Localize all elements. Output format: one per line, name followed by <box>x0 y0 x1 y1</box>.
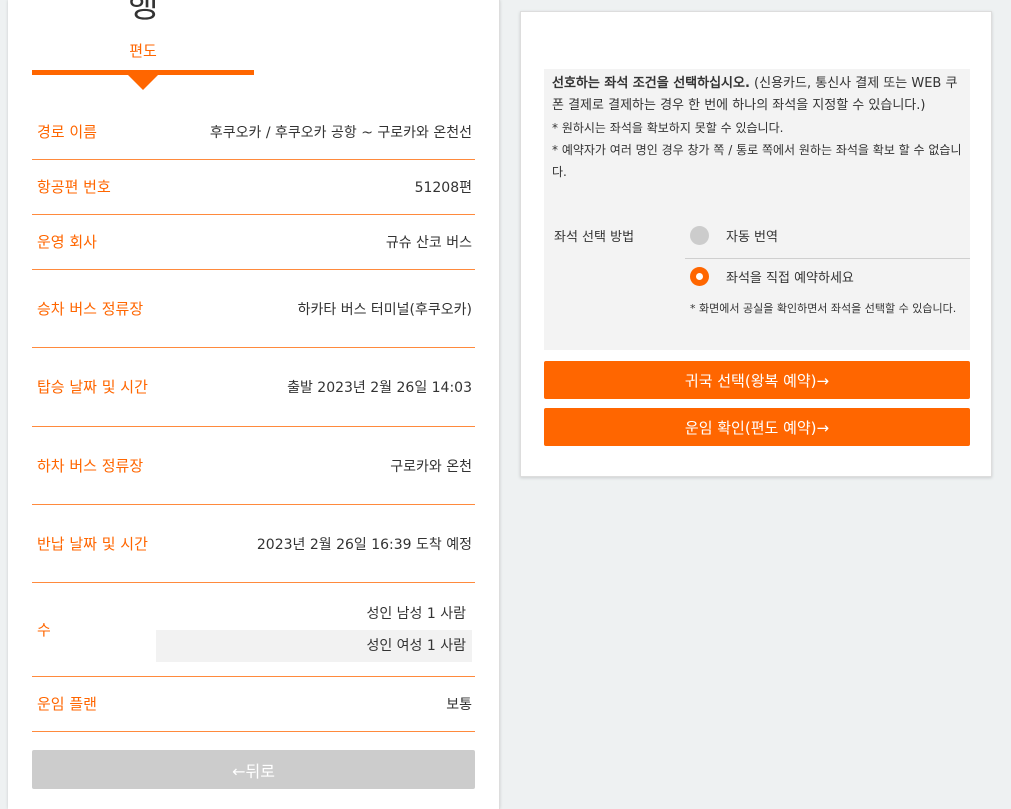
instruction-heading: 선호하는 좌석 조건을 선택하십시오. <box>552 76 750 91</box>
seat-instructions: 선호하는 좌석 조건을 선택하십시오. (신용카드, 통신사 결제 또는 WEB… <box>552 73 964 183</box>
seat-options-box: 선호하는 좌석 조건을 선택하십시오. (신용카드, 통신사 결제 또는 WEB… <box>544 69 970 350</box>
flight-label: 항공편 번호 <box>37 178 111 196</box>
details-table: 경로 이름 후쿠오카 / 후쿠오카 공항 ~ 구로카와 온천선 항공편 번호 5… <box>32 104 475 732</box>
seat-note-2: * 예약자가 여러 명인 경우 창가 쪽 / 통로 쪽에서 원하는 좌석을 확보… <box>552 143 962 179</box>
route-value: 후쿠오카 / 후쿠오카 공항 ~ 구로카와 온천선 <box>209 124 472 141</box>
route-label: 경로 이름 <box>37 122 97 141</box>
heading-arrow-icon <box>128 75 158 90</box>
operator-value: 규슈 산코 버스 <box>385 235 472 251</box>
seat-option-manual-label: 좌석을 직접 예약하세요 <box>726 271 854 286</box>
passenger-list: 성인 남성 1 사람 성인 여성 1 사람 <box>156 598 472 662</box>
alighting-stop-value: 구로카와 온천 <box>390 458 472 475</box>
return-value: 2023년 2월 26일 16:39 도착 예정 <box>256 536 472 553</box>
seat-selection-panel: 선호하는 좌석 조건을 선택하십시오. (신용카드, 통신사 결제 또는 WEB… <box>520 11 992 477</box>
seat-note-1: * 원하시는 좌석을 확보하지 못할 수 있습니다. <box>552 121 784 135</box>
trip-heading: 행 편도 <box>32 0 254 90</box>
seat-option-auto[interactable]: 자동 번역 <box>690 226 778 245</box>
return-row: 반납 날짜 및 시간 2023년 2월 26일 16:39 도착 예정 <box>32 505 475 583</box>
seat-option-manual-note: * 화면에서 공실을 확인하면서 좌석을 선택할 수 있습니다. <box>690 302 957 315</box>
route-row: 경로 이름 후쿠오카 / 후쿠오카 공항 ~ 구로카와 온천선 <box>32 104 475 160</box>
operator-label: 운영 회사 <box>37 233 97 251</box>
option-divider <box>685 258 970 259</box>
boarding-stop-value: 하카타 버스 터미널(후쿠오카) <box>297 301 472 318</box>
page-title: 행 <box>127 0 159 26</box>
alighting-stop-row: 하차 버스 정류장 구로카와 온천 <box>32 427 475 505</box>
passenger-item: 성인 여성 1 사람 <box>156 629 472 662</box>
departure-label: 탑승 날짜 및 시간 <box>37 378 148 396</box>
passenger-count-label: 수 <box>37 620 51 639</box>
seat-option-manual[interactable]: 좌석을 직접 예약하세요 <box>690 267 854 286</box>
flight-row: 항공편 번호 51208편 <box>32 160 475 215</box>
radio-unselected-icon[interactable] <box>690 226 709 245</box>
passenger-item: 성인 남성 1 사람 <box>366 605 466 622</box>
alighting-stop-label: 하차 버스 정류장 <box>37 456 144 475</box>
boarding-stop-row: 승차 버스 정류장 하카타 버스 터미널(후쿠오카) <box>32 270 475 348</box>
departure-value: 출발 2023년 2월 26일 14:03 <box>287 380 472 396</box>
trip-type-label: 편도 <box>129 42 157 60</box>
radio-selected-icon[interactable] <box>690 267 709 286</box>
operator-row: 운영 회사 규슈 산코 버스 <box>32 215 475 270</box>
return-select-button[interactable]: 귀국 선택(왕복 예약)→ <box>544 361 970 399</box>
passenger-count-row: 수 성인 남성 1 사람 성인 여성 1 사람 <box>32 583 475 677</box>
fare-plan-row: 운임 플랜 보통 <box>32 677 475 732</box>
fare-plan-label: 운임 플랜 <box>37 695 97 713</box>
fare-plan-value: 보통 <box>446 697 472 713</box>
seat-option-auto-label: 자동 번역 <box>726 230 778 245</box>
back-button[interactable]: ←뒤로 <box>32 750 475 789</box>
boarding-stop-label: 승차 버스 정류장 <box>37 299 144 318</box>
trip-details-panel: 행 편도 경로 이름 후쿠오카 / 후쿠오카 공항 ~ 구로카와 온천선 항공편… <box>8 0 500 809</box>
departure-row: 탑승 날짜 및 시간 출발 2023년 2월 26일 14:03 <box>32 348 475 427</box>
return-label: 반납 날짜 및 시간 <box>37 534 148 553</box>
flight-value: 51208편 <box>414 180 472 196</box>
fare-confirm-button[interactable]: 운임 확인(편도 예약)→ <box>544 408 970 446</box>
seat-method-label: 좌석 선택 방법 <box>554 230 635 245</box>
